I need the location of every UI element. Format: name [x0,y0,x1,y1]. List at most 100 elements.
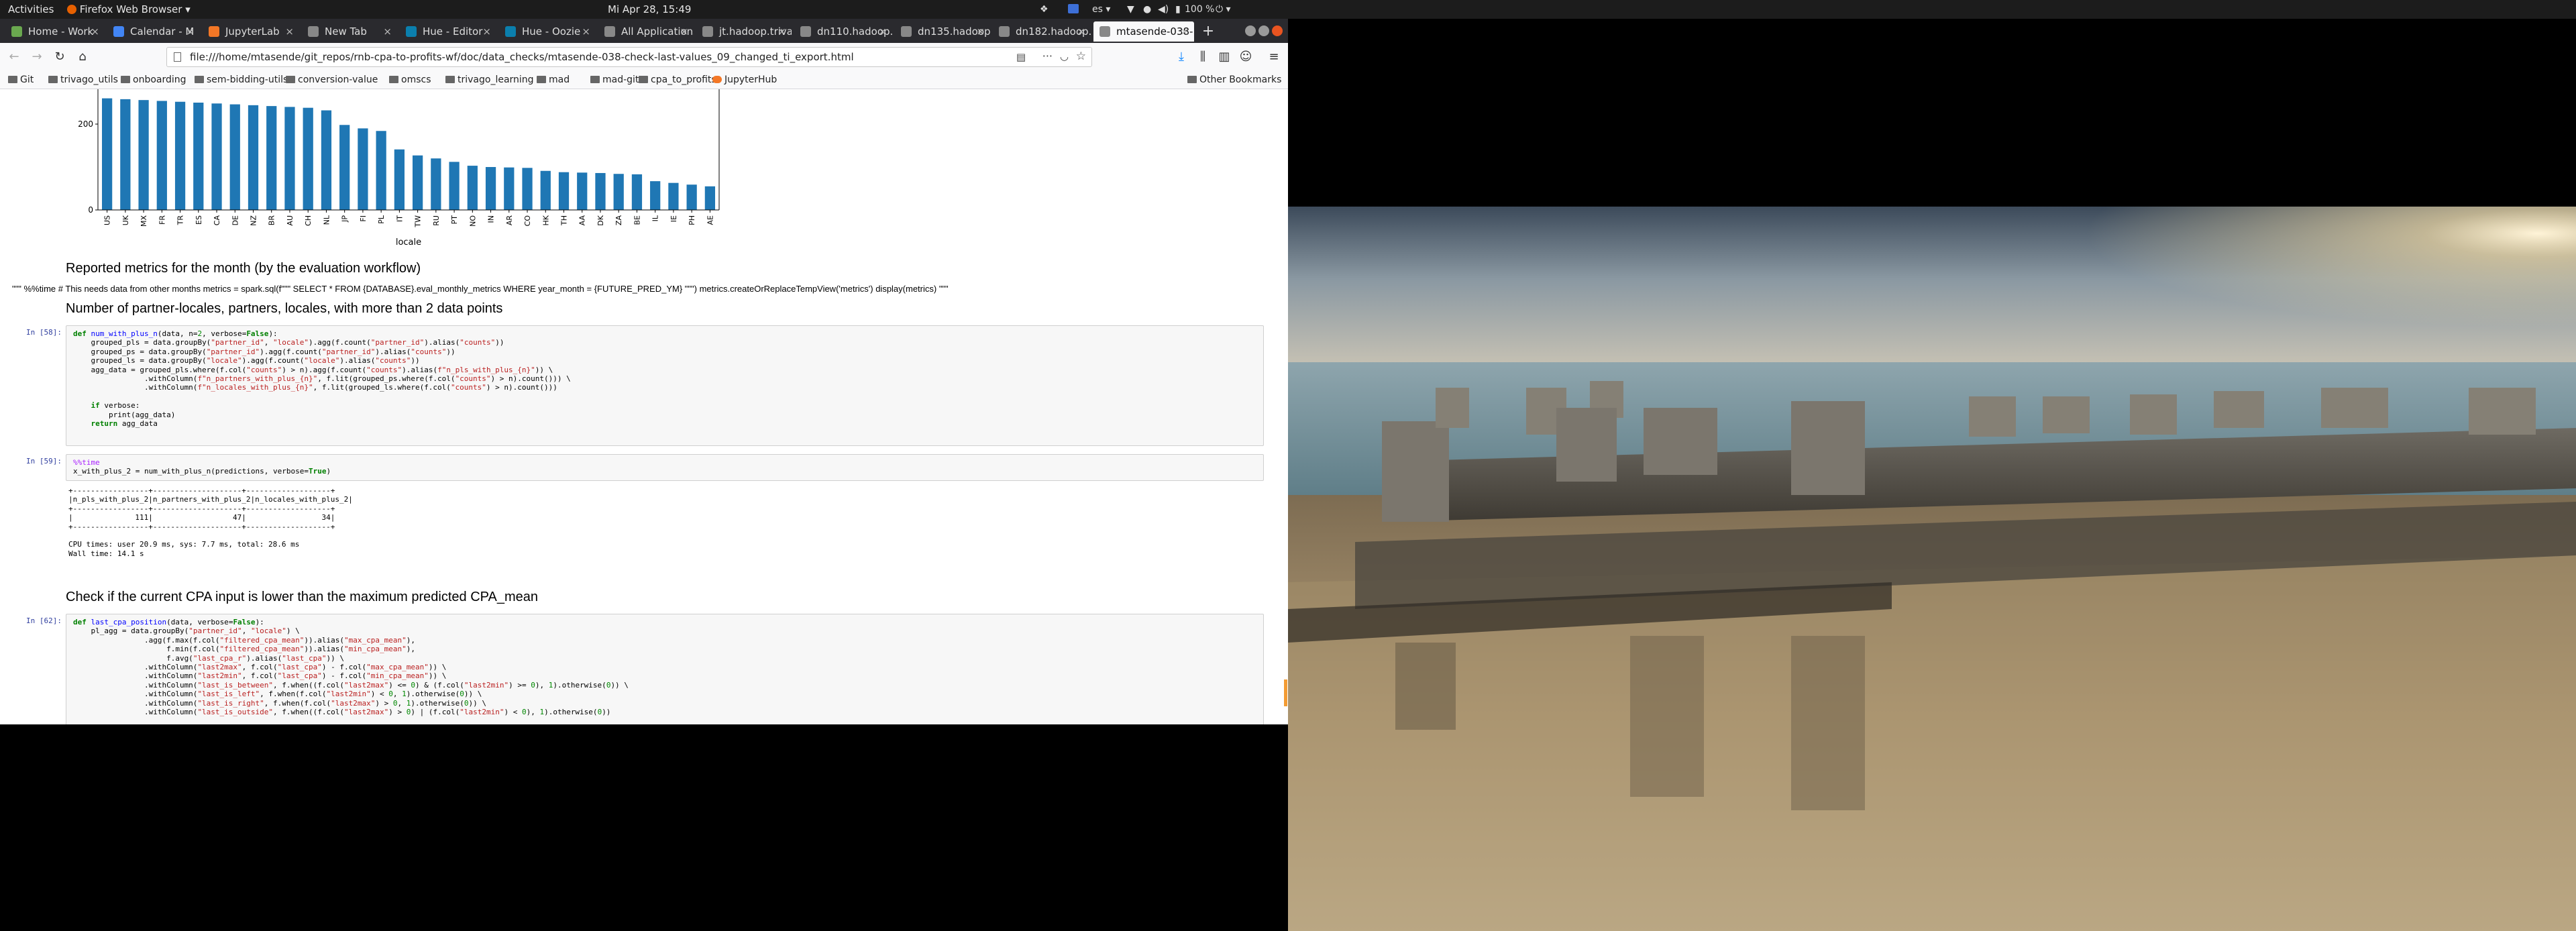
x-tick-label: TR [176,215,185,226]
keyboard-layout[interactable]: es ▾ [1092,0,1110,19]
bar-IT [394,149,405,210]
reader-view-icon[interactable]: ▤ [1016,51,1026,63]
x-tick-label: HK [541,215,550,225]
bar-BE [631,174,643,210]
bookmark-7[interactable]: mad [537,71,570,89]
clock[interactable]: Mi Apr 28, 15:49 [608,0,691,19]
bookmark-3[interactable]: sem-bidding-utils [195,71,288,89]
tab-close-icon[interactable]: × [186,21,195,42]
tab-4[interactable]: Hue - Editor × [400,21,496,42]
x-tick-label: DK [596,215,605,225]
bookmark-1[interactable]: trivago_utils [48,71,118,89]
bar-JP [339,125,350,210]
tab-favicon-icon [113,26,124,37]
bookmark-9[interactable]: cpa_to_profits [639,71,716,89]
notebook-html-page: US UK MX FR TR ES CA DE NZ BR AU CH NL JP FI PL IT TW RU PT… [0,89,1288,724]
bar-DE [229,104,240,210]
sidebar-icon[interactable]: ▥ [1216,48,1233,66]
bookmark-4[interactable]: conversion-value [286,71,378,89]
tab-6[interactable]: All Applications × [598,21,694,42]
code-cell-num-with-plus-n[interactable]: def num_with_plus_n(data, n=2, verbose=F… [66,325,1264,446]
reload-button[interactable]: ↻ [51,48,68,66]
tab-favicon-icon [999,26,1010,37]
url-bar[interactable]: file:///home/mtasende/git_repos/rnb-cpa-… [166,47,1092,67]
bookmark-8[interactable]: mad-git [590,71,639,89]
close-window-button[interactable] [1272,25,1283,36]
power-menu-icon[interactable]: ⏻ ▾ [1216,0,1231,19]
tab-favicon-icon [901,26,912,37]
bookmark-label: Git [20,74,34,85]
bookmark-0[interactable]: Git [8,71,34,89]
home-button[interactable]: ⌂ [74,48,91,66]
tray-indicator-icon[interactable] [1068,0,1079,19]
tab-11[interactable]: mtasende-038- × [1093,21,1194,42]
new-tab-button[interactable]: + [1199,23,1217,40]
maximize-button[interactable] [1258,25,1269,36]
app-menu-label: Firefox Web Browser [79,3,182,15]
tab-9[interactable]: dn135.hadoop. × [895,21,990,42]
code-x-with-plus-2: %%time x_with_plus_2 = num_with_plus_n(p… [73,458,331,476]
heading-number-partner-locales: Number of partner-locales, partners, loc… [66,301,503,316]
bar-NO [467,166,478,210]
back-button[interactable]: ← [5,48,23,66]
tab-close-icon[interactable]: × [383,21,392,42]
x-tick-label: CH [304,215,313,226]
tab-0[interactable]: Home - Work × [5,21,105,42]
tab-close-icon[interactable]: × [1077,21,1085,42]
activities-button[interactable]: Activities [8,0,54,19]
pocket-icon[interactable]: ◡ [1060,50,1069,62]
x-tick-label: IN [487,215,496,223]
code-cell-x-with-plus-2[interactable]: %%time x_with_plus_2 = num_with_plus_n(p… [66,454,1264,481]
code-num-with-plus-n: def num_with_plus_n(data, n=2, verbose=F… [73,329,571,429]
minimize-button[interactable] [1245,25,1256,36]
code-cell-last-cpa-position[interactable]: def last_cpa_position(data, verbose=Fals… [66,614,1264,724]
tab-7[interactable]: jt.hadoop.triva × [696,21,792,42]
tab-close-icon[interactable]: × [1180,21,1189,42]
bar-AU [284,107,295,210]
other-bookmarks[interactable]: Other Bookmarks [1187,71,1281,89]
bar-PH [686,184,697,210]
tab-2[interactable]: JupyterLab × [203,21,299,42]
tab-close-icon[interactable]: × [482,21,491,42]
tab-3[interactable]: New Tab × [302,21,397,42]
x-tick-label: US [103,215,112,225]
tab-close-icon[interactable]: × [777,21,786,42]
tab-close-icon[interactable]: × [285,21,294,42]
bookmark-2[interactable]: onboarding [121,71,186,89]
prompt-in-58: In [58]: [26,328,62,337]
tab-10[interactable]: dn182.hadoop. × [993,21,1091,42]
page-actions-icon[interactable]: ··· [1042,50,1053,62]
network-icon[interactable]: ▼ [1127,0,1134,19]
bar-IN [485,167,496,210]
x-tick-label: DE [231,215,239,225]
dropbox-icon[interactable]: ❖ [1040,0,1049,19]
bar-ZA [613,174,624,210]
tab-close-icon[interactable]: × [878,21,887,42]
folder-icon [121,76,130,83]
battery-icon[interactable]: ▮ [1175,0,1181,19]
extension-icon[interactable]: ☺ [1237,48,1254,66]
url-text[interactable]: file:///home/mtasende/git_repos/rnb-cpa-… [190,48,854,66]
bookmark-10[interactable]: JupyterHub [712,71,777,89]
bar-CO [522,168,533,210]
tab-5[interactable]: Hue - Oozie × [499,21,596,42]
downloads-icon[interactable]: ⤓ [1173,48,1190,66]
tab-1[interactable]: Calendar - M × [107,21,200,42]
bookmark-5[interactable]: omscs [389,71,431,89]
forward-button[interactable]: → [28,48,46,66]
tab-close-icon[interactable]: × [91,21,99,42]
library-icon[interactable]: ⫼ [1194,48,1212,66]
tab-label: Home - Work [28,25,94,38]
x-tick-label: IE [669,215,678,222]
user-icon[interactable]: ● [1143,0,1151,19]
tab-close-icon[interactable]: × [680,21,688,42]
bookmark-6[interactable]: trivago_learning [445,71,534,89]
app-menu[interactable]: Firefox Web Browser ▾ [67,0,191,19]
x-tick-label: RU [432,215,441,226]
speaker-icon[interactable]: ◀) [1158,0,1169,19]
tab-close-icon[interactable]: × [582,21,590,42]
bookmark-star-icon[interactable]: ☆ [1076,50,1086,63]
tab-8[interactable]: dn110.hadoop. × [794,21,892,42]
tab-close-icon[interactable]: × [976,21,985,42]
hamburger-menu-icon[interactable]: ≡ [1265,48,1283,66]
